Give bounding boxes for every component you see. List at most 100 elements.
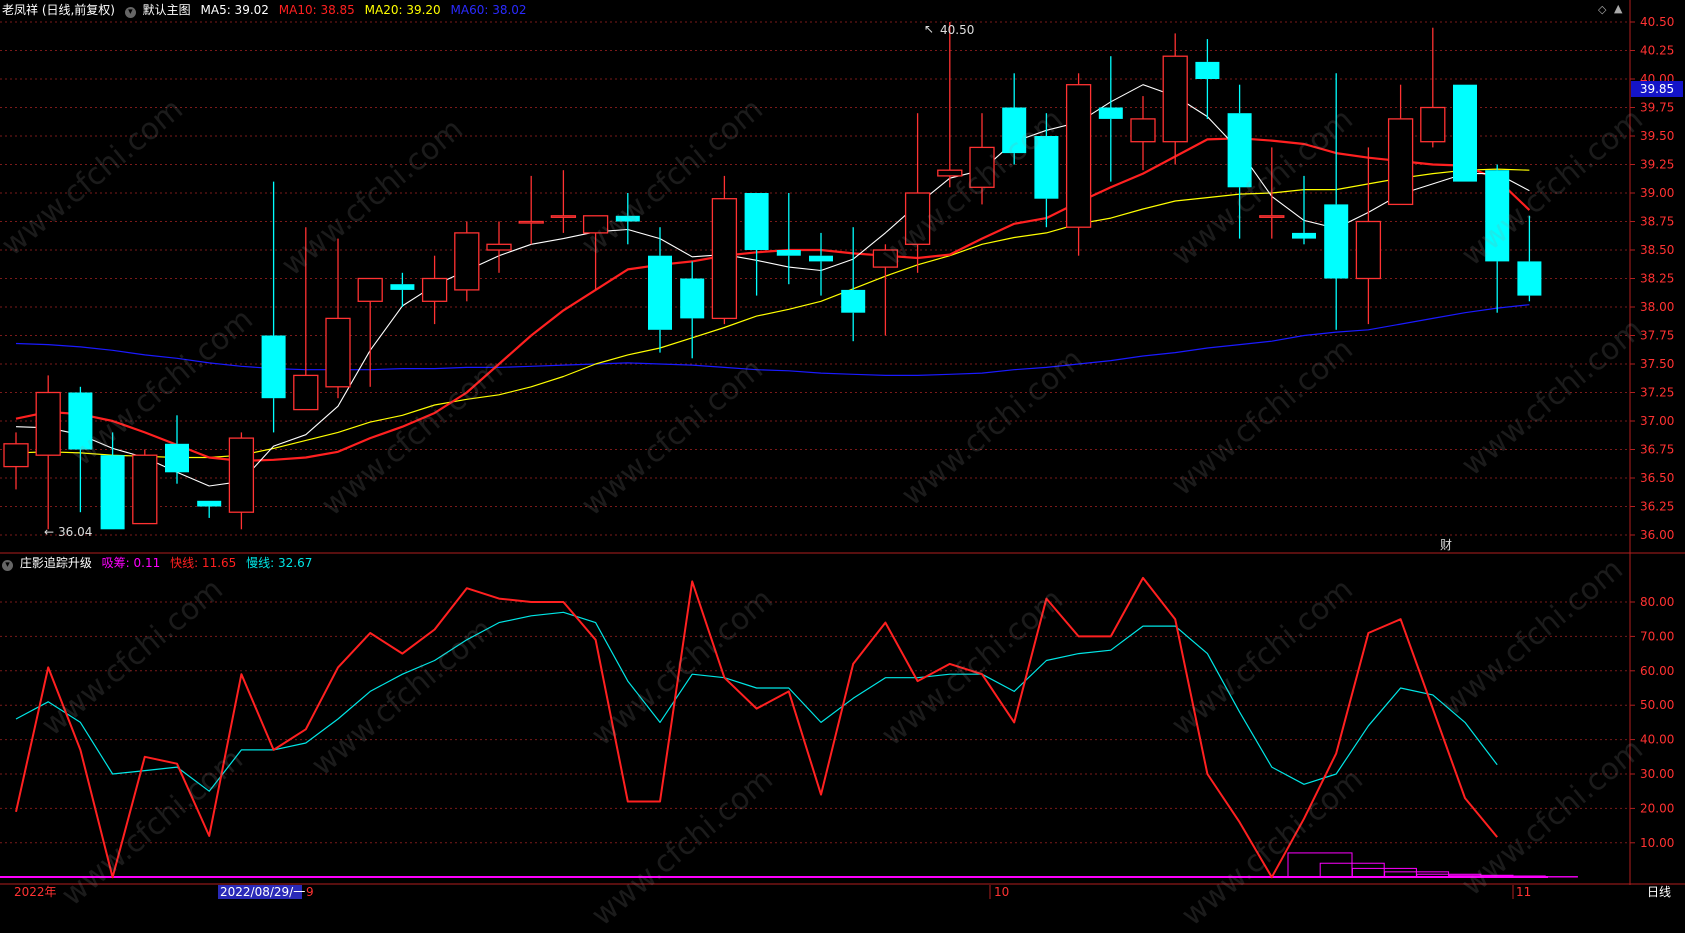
y-tick-label: 40.50 bbox=[1640, 15, 1674, 29]
candle bbox=[712, 176, 736, 324]
candle bbox=[841, 227, 865, 341]
candle bbox=[1421, 28, 1445, 148]
y-tick-label: 39.75 bbox=[1640, 101, 1674, 115]
candle bbox=[809, 233, 833, 296]
y-tick-label: 20.00 bbox=[1640, 801, 1674, 815]
candle bbox=[906, 113, 930, 273]
xichou-legend: 吸筹: 0.11 bbox=[102, 556, 161, 570]
candle bbox=[519, 176, 543, 244]
candle-body bbox=[1324, 204, 1348, 278]
candle bbox=[358, 279, 382, 387]
moving-averages bbox=[16, 85, 1529, 486]
candle bbox=[1453, 85, 1477, 182]
candle bbox=[326, 239, 350, 399]
current-price-label: 39.85 bbox=[1640, 82, 1674, 96]
y-tick-label: 38.00 bbox=[1640, 300, 1674, 314]
candle bbox=[1517, 216, 1541, 301]
candle-body bbox=[1067, 85, 1091, 228]
candle-body bbox=[809, 256, 833, 262]
candle-body bbox=[584, 216, 608, 233]
candle bbox=[68, 387, 92, 512]
candle-body bbox=[1517, 261, 1541, 295]
candle bbox=[648, 227, 672, 352]
y-tick-label: 10.00 bbox=[1640, 836, 1674, 850]
candle bbox=[1034, 113, 1058, 227]
candle bbox=[970, 113, 994, 204]
y-tick-label: 36.00 bbox=[1640, 528, 1674, 542]
grid-lines bbox=[0, 22, 1630, 843]
ma10-legend: MA10: 38.85 bbox=[279, 3, 355, 17]
candle bbox=[680, 261, 704, 358]
candle bbox=[423, 256, 447, 324]
candle bbox=[1292, 176, 1316, 244]
candle bbox=[455, 222, 479, 302]
up-arrow-icon[interactable]: ▲ bbox=[1614, 2, 1622, 15]
candle-body bbox=[1453, 85, 1477, 182]
y-tick-label: 37.50 bbox=[1640, 357, 1674, 371]
indicator-title[interactable]: 庄影追踪升级 bbox=[20, 556, 92, 570]
y-tick-label: 40.25 bbox=[1640, 44, 1674, 58]
candle bbox=[584, 216, 608, 290]
candle bbox=[4, 432, 28, 489]
candle-body bbox=[873, 250, 897, 267]
candle bbox=[551, 170, 575, 233]
chart-canvas: 40.5040.2540.0039.7539.5039.2539.0038.75… bbox=[0, 0, 1685, 899]
candle-body bbox=[1356, 222, 1380, 279]
ma60-legend: MA60: 38.02 bbox=[451, 3, 527, 17]
candle bbox=[1485, 165, 1509, 313]
candle-body bbox=[938, 170, 962, 176]
candle-body bbox=[262, 336, 286, 399]
candle-body bbox=[1131, 119, 1155, 142]
man-line bbox=[16, 612, 1497, 791]
candle bbox=[938, 22, 962, 187]
y-tick-label: 36.25 bbox=[1640, 500, 1674, 514]
candle bbox=[1099, 56, 1123, 181]
candle-body bbox=[1034, 136, 1058, 199]
candle bbox=[197, 501, 221, 518]
indicator-lines bbox=[0, 578, 1577, 877]
candle bbox=[294, 227, 318, 409]
y-tick-label: 37.75 bbox=[1640, 329, 1674, 343]
chevron-down-icon[interactable]: ▾ bbox=[125, 7, 136, 18]
candle bbox=[745, 193, 769, 296]
candle-body bbox=[133, 455, 157, 523]
candle bbox=[616, 193, 640, 244]
candle-body bbox=[551, 216, 575, 218]
candle-body bbox=[294, 375, 318, 409]
candle bbox=[777, 193, 801, 284]
y-tick-label: 36.50 bbox=[1640, 471, 1674, 485]
y-tick-label: 70.00 bbox=[1640, 629, 1674, 643]
candle-body bbox=[745, 193, 769, 250]
y-tick-label: 39.25 bbox=[1640, 158, 1674, 172]
candlesticks[interactable] bbox=[4, 22, 1541, 529]
kuai-legend: 快线: 11.65 bbox=[170, 556, 236, 570]
candle bbox=[873, 244, 897, 335]
candle bbox=[1356, 147, 1380, 324]
candle bbox=[1163, 33, 1187, 164]
ma5-legend: MA5: 39.02 bbox=[201, 3, 269, 17]
candle-body bbox=[165, 444, 189, 473]
low-label: 36.04 bbox=[58, 525, 92, 539]
candle-body bbox=[229, 438, 253, 512]
high-marker: ↖ bbox=[924, 22, 934, 36]
candle-body bbox=[906, 193, 930, 244]
candle-body bbox=[1421, 108, 1445, 142]
main-chart-menu[interactable]: 默认主图 bbox=[143, 3, 191, 17]
period-tab-daily[interactable]: 日线 bbox=[1647, 885, 1671, 899]
y-tick-label: 60.00 bbox=[1640, 664, 1674, 678]
candle-body bbox=[1228, 113, 1252, 187]
candle-body bbox=[487, 244, 511, 250]
high-label: 40.50 bbox=[940, 23, 974, 37]
chevron-down-icon[interactable]: ▾ bbox=[2, 560, 13, 571]
candle bbox=[1002, 73, 1026, 164]
man-legend: 慢线: 32.67 bbox=[246, 556, 312, 570]
diamond-icon[interactable]: ◇ bbox=[1598, 3, 1606, 16]
candle-body bbox=[326, 318, 350, 386]
candle-body bbox=[1292, 233, 1316, 239]
y-tick-label: 39.50 bbox=[1640, 129, 1674, 143]
candle-body bbox=[197, 501, 221, 507]
y-tick-label: 38.75 bbox=[1640, 215, 1674, 229]
candle-body bbox=[1099, 108, 1123, 119]
candle-body bbox=[101, 455, 125, 529]
candle-body bbox=[390, 284, 414, 290]
